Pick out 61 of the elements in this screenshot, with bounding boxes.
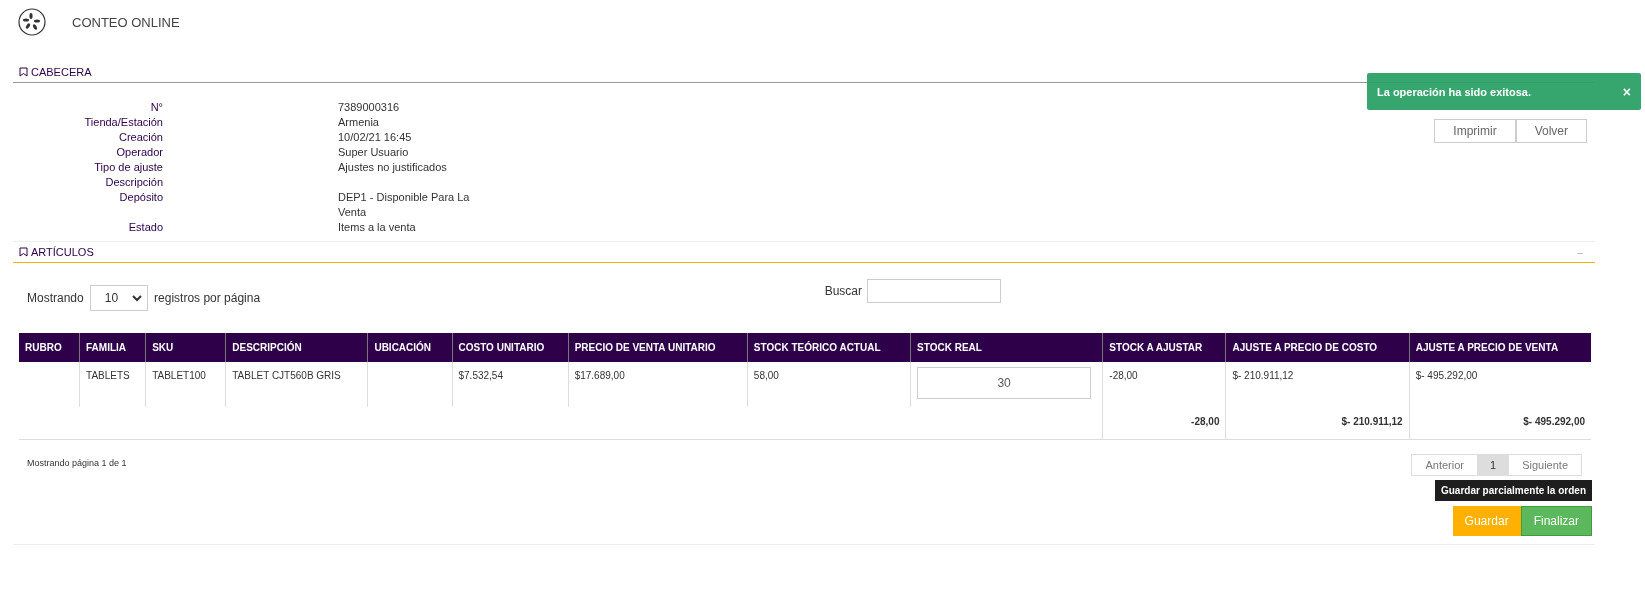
table-cell: $- 495.292,00 — [1409, 362, 1591, 407]
bookmark-icon — [19, 247, 28, 257]
total-cell: $- 495.292,00 — [1409, 407, 1591, 440]
total-cell: -28,00 — [1102, 407, 1226, 440]
field-label: Operador — [115, 145, 163, 160]
table-cell: TABLET CJT560B GRIS — [225, 362, 368, 407]
section-title: ARTÍCULOS — [31, 246, 94, 258]
field-value: 7389000316 — [338, 100, 401, 115]
total-cell: $- 210.911,12 — [1225, 407, 1410, 440]
section-title: CABECERA — [31, 66, 92, 78]
column-header: UBICACIÓN — [367, 333, 452, 362]
finish-button[interactable]: Finalizar — [1520, 506, 1592, 536]
page-info: Mostrando página 1 de 1 — [27, 458, 127, 468]
quantity-field[interactable]: 30 — [917, 367, 1092, 399]
column-header: PRECIO DE VENTA UNITARIO — [568, 333, 748, 362]
field-label: Tienda/Estación — [83, 115, 163, 130]
table-cell: $- 210.911,12 — [1225, 362, 1410, 407]
tooltip: Guardar parcialmente la orden — [1434, 480, 1592, 501]
field-value: 10/02/21 16:45 — [338, 130, 413, 145]
pagination-button[interactable]: 1 — [1477, 455, 1510, 475]
column-header: AJUSTE A PRECIO DE VENTA — [1409, 333, 1591, 362]
search-label: Buscar — [824, 284, 862, 298]
column-header: STOCK REAL — [910, 333, 1103, 362]
field-label: Depósito — [118, 190, 163, 205]
close-button[interactable]: × — [1622, 83, 1631, 100]
app-title: CONTEO ONLINE — [72, 14, 180, 30]
logo-icon — [18, 8, 46, 36]
field-label: Creación — [117, 130, 163, 145]
field-value: Super Usuario — [338, 145, 410, 160]
column-header: SKU — [145, 333, 226, 362]
field-label: N° — [149, 100, 163, 115]
bookmark-icon — [19, 67, 28, 77]
table-cell: TABLET100 — [145, 362, 226, 407]
field-label: Estado — [127, 220, 163, 235]
header-button[interactable]: Imprimir — [1434, 119, 1516, 143]
column-header: FAMILIA — [79, 333, 146, 362]
table-cell: $7.532,54 — [452, 362, 569, 407]
table-cell: $17.689,00 — [568, 362, 748, 407]
column-header: AJUSTE A PRECIO DE COSTO — [1225, 333, 1410, 362]
field-value: Items a la venta — [338, 220, 417, 235]
table-cell: -28,00 — [1102, 362, 1226, 407]
field-value: Ajustes no justificados — [338, 160, 448, 175]
field-label: Descripción — [104, 175, 163, 190]
field-value: Armenia — [338, 115, 380, 130]
chevron-down-icon — [132, 294, 143, 302]
collapse-button[interactable]: – — [1577, 246, 1583, 258]
search-field[interactable] — [867, 279, 1001, 303]
column-header: RUBRO — [19, 333, 80, 362]
header-button[interactable]: Volver — [1515, 119, 1587, 143]
field-value: DEP1 - Disponible Para La Venta — [338, 190, 471, 220]
column-header: STOCK TEÓRICO ACTUAL — [747, 333, 911, 362]
toast-message: La operación ha sido exitosa. — [1377, 85, 1533, 98]
page-size-label: registros por página — [154, 291, 261, 305]
table-cell: TABLETS — [79, 362, 146, 407]
page-size-label: Mostrando — [27, 291, 84, 305]
page-size-select[interactable]: 10 — [89, 285, 149, 311]
column-header: DESCRIPCIÓN — [225, 333, 368, 362]
table-cell: 58,00 — [747, 362, 911, 407]
field-label: Tipo de ajuste — [93, 160, 163, 175]
column-header: STOCK A AJUSTAR — [1102, 333, 1226, 362]
column-header: COSTO UNITARIO — [452, 333, 569, 362]
